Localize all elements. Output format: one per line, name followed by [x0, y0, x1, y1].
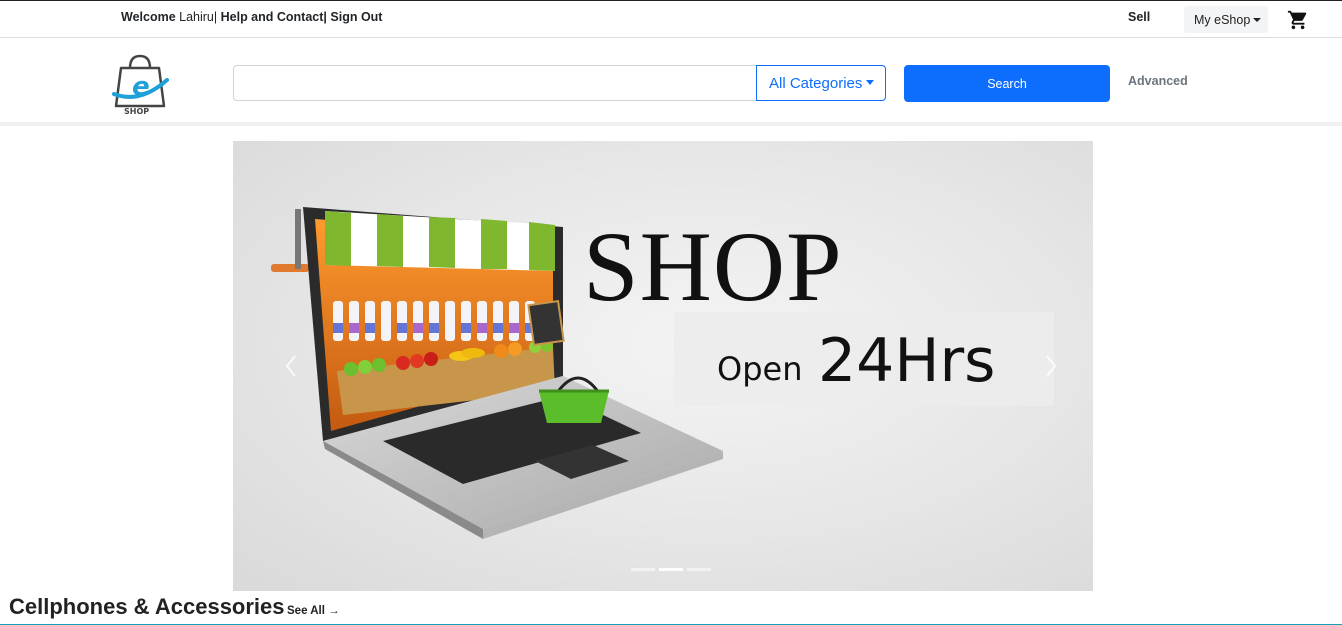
banner-open-text: Open — [717, 350, 803, 388]
search-input[interactable] — [233, 65, 757, 101]
advanced-search-link[interactable]: Advanced — [1128, 74, 1188, 88]
help-contact-link[interactable]: Help and Contact| — [221, 10, 327, 24]
banner-carousel[interactable]: SHOP Open 24Hrs — [233, 141, 1093, 591]
awning — [325, 211, 555, 271]
sign-out-link[interactable]: Sign Out — [330, 10, 382, 24]
search-button[interactable]: Search — [904, 65, 1110, 102]
see-all-link[interactable]: See All → — [287, 605, 340, 617]
chevron-right-icon[interactable] — [1043, 353, 1059, 379]
top-bar: Welcome Lahiru| Help and Contact| Sign O… — [0, 0, 1342, 38]
carousel-indicator[interactable] — [631, 568, 655, 571]
welcome-label: Welcome — [121, 10, 176, 24]
user-name[interactable]: Lahiru| — [179, 10, 217, 24]
section-title: Cellphones & Accessories — [9, 594, 285, 619]
logo-text: SHOP — [124, 107, 149, 116]
sell-link[interactable]: Sell — [1128, 10, 1150, 24]
chevron-left-icon[interactable] — [283, 353, 299, 379]
my-eshop-dropdown[interactable]: My eShop — [1184, 6, 1268, 33]
account-links: Welcome Lahiru| Help and Contact| Sign O… — [121, 10, 382, 24]
carousel-indicator-active[interactable] — [659, 568, 683, 571]
logo-letter: e — [132, 72, 150, 102]
eshop-logo[interactable]: e SHOP — [111, 52, 169, 116]
banner-hours-text: 24Hrs — [818, 326, 996, 396]
my-eshop-label: My eShop — [1194, 13, 1251, 27]
category-dropdown[interactable]: All Categories — [756, 65, 886, 101]
banner-headline: SHOP — [583, 211, 843, 322]
caret-down-icon — [1253, 18, 1262, 22]
caret-down-icon — [866, 79, 875, 85]
header: e SHOP All Categories Search Advanced — [0, 38, 1342, 126]
cart-icon[interactable] — [1286, 9, 1310, 31]
carousel-indicator[interactable] — [687, 568, 711, 571]
carousel-indicators — [631, 568, 711, 571]
category-label: All Categories — [769, 74, 863, 92]
